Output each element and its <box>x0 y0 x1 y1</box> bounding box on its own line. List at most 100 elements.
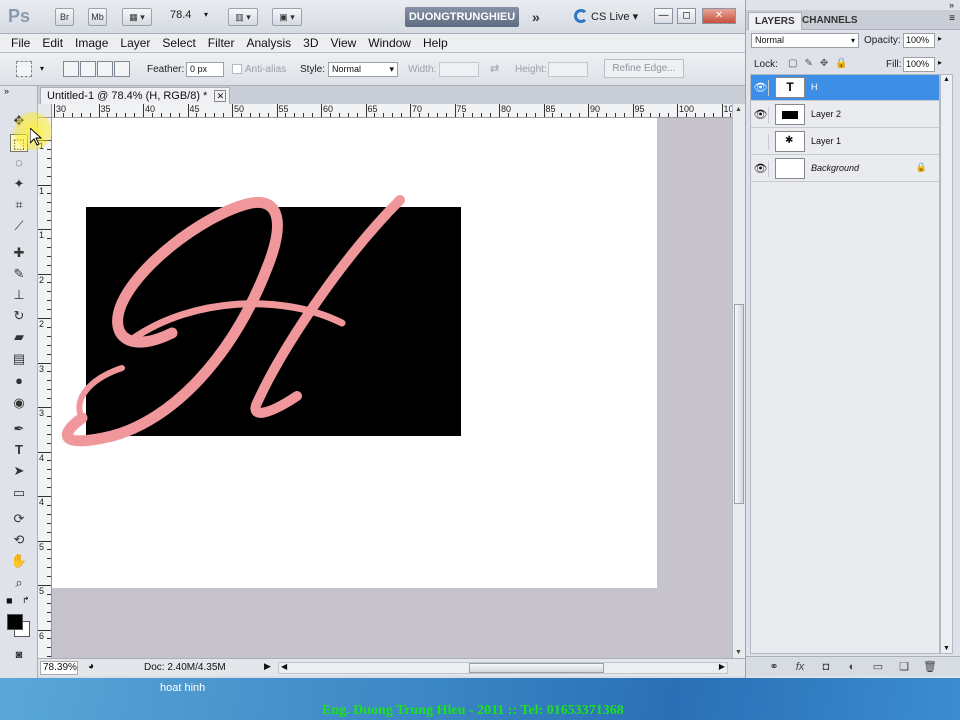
menu-help[interactable]: Help <box>417 34 454 52</box>
gradient-tool-icon[interactable]: ▤ <box>10 350 28 368</box>
status-menu-arrow-icon[interactable]: ▶ <box>264 661 271 672</box>
adjustment-layer-icon[interactable]: ◐ <box>844 659 860 675</box>
layers-scrollbar[interactable]: ▲ ▼ <box>940 74 953 654</box>
scrollbar-thumb[interactable] <box>734 304 744 504</box>
canvas-vertical-scrollbar[interactable]: ▲ ▼ <box>732 104 745 658</box>
layer-row-h[interactable]: 👁 T H <box>751 75 939 101</box>
opacity-slider-icon[interactable]: ▸ <box>938 34 942 43</box>
zoom-tool-icon[interactable]: ⌕ <box>10 574 28 592</box>
menu-analysis[interactable]: Analysis <box>240 34 297 52</box>
pen-tool-icon[interactable]: ✒ <box>10 420 28 438</box>
zoom-dropdown-icon[interactable]: ▾ <box>204 10 208 19</box>
path-selection-tool-icon[interactable]: ➤ <box>10 462 28 480</box>
add-mask-icon[interactable]: ◘ <box>818 659 834 675</box>
lasso-tool-icon[interactable]: ◌ <box>10 154 28 172</box>
new-selection-icon[interactable] <box>63 61 79 77</box>
menu-select[interactable]: Select <box>156 34 201 52</box>
horizontal-scrollbar-thumb[interactable] <box>469 663 604 673</box>
document-canvas[interactable] <box>52 118 657 588</box>
feather-input[interactable]: 0 px <box>186 62 224 77</box>
canvas-horizontal-scrollbar[interactable]: ◀ ▶ <box>278 662 728 674</box>
swap-colors-icon[interactable]: ↱ <box>22 595 30 606</box>
hand-tool-icon[interactable]: ✋ <box>10 552 28 570</box>
brush-tool-icon[interactable]: ✎ <box>10 265 28 283</box>
layer-name[interactable]: Layer 2 <box>811 109 841 119</box>
visibility-eye-icon[interactable]: 👁 <box>753 107 769 123</box>
scroll-down-icon[interactable]: ▼ <box>735 649 742 656</box>
swap-dimensions-icon[interactable]: ⇄ <box>490 62 499 75</box>
layers-scroll-up-icon[interactable]: ▲ <box>943 76 950 83</box>
add-to-selection-icon[interactable] <box>80 61 96 77</box>
menu-window[interactable]: Window <box>362 34 417 52</box>
maximize-button[interactable]: ◻ <box>677 8 696 24</box>
width-input[interactable] <box>439 62 479 77</box>
close-document-icon[interactable]: ✕ <box>214 90 227 102</box>
shape-tool-icon[interactable]: ▭ <box>10 484 28 502</box>
launch-bridge-button[interactable]: Br <box>55 8 74 26</box>
crop-tool-icon[interactable]: ⌗ <box>10 196 28 214</box>
fill-slider-icon[interactable]: ▸ <box>938 58 942 67</box>
canvas-area[interactable] <box>52 118 732 658</box>
status-preview-icon[interactable]: ◕ <box>88 661 94 672</box>
double-chevron-icon[interactable]: » <box>532 9 540 25</box>
menu-edit[interactable]: Edit <box>36 34 69 52</box>
layer-style-icon[interactable]: fx <box>792 659 808 675</box>
eraser-tool-icon[interactable]: ▰ <box>10 328 28 346</box>
view-extras-button[interactable]: ▦ ▾ <box>122 8 152 26</box>
3d-orbit-tool-icon[interactable]: ⟲ <box>10 531 28 549</box>
scroll-left-icon[interactable]: ◀ <box>281 662 287 671</box>
lock-options-icons[interactable]: ▢✎✥🔒 <box>788 58 855 69</box>
menu-image[interactable]: Image <box>69 34 114 52</box>
foreground-color-swatch[interactable] <box>7 614 23 630</box>
close-button[interactable]: ✕ <box>702 8 736 24</box>
new-group-icon[interactable]: ▭ <box>870 659 886 675</box>
menu-3d[interactable]: 3D <box>297 34 324 52</box>
delete-layer-icon[interactable]: 🗑 <box>922 659 938 675</box>
intersect-selection-icon[interactable] <box>114 61 130 77</box>
layer-name[interactable]: Layer 1 <box>811 136 841 146</box>
link-layers-icon[interactable]: ⚭ <box>766 659 782 675</box>
layer-row-layer-2[interactable]: 👁 Layer 2 <box>751 102 939 128</box>
history-brush-tool-icon[interactable]: ↻ <box>10 307 28 325</box>
refine-edge-button[interactable]: Refine Edge... <box>604 59 684 78</box>
arrange-documents-button[interactable]: ▥ ▾ <box>228 8 258 26</box>
quick-selection-tool-icon[interactable]: ✦ <box>10 175 28 193</box>
zoom-level[interactable]: 78.4 <box>170 9 206 25</box>
blend-mode-select[interactable]: Normal ▾ <box>751 33 859 48</box>
healing-brush-tool-icon[interactable]: ✚ <box>10 244 28 262</box>
collapse-panels-icon[interactable]: » <box>949 0 954 10</box>
tab-channels[interactable]: CHANNELS <box>796 12 864 30</box>
new-layer-icon[interactable]: ❏ <box>896 659 912 675</box>
workspace-button[interactable]: DUONGTRUNGHIEU <box>405 7 519 27</box>
taskbar-app-label[interactable]: hoat hinh <box>160 682 205 694</box>
menu-layer[interactable]: Layer <box>114 34 156 52</box>
menu-view[interactable]: View <box>324 34 362 52</box>
screen-mode-button[interactable]: ▣ ▾ <box>272 8 302 26</box>
vertical-ruler[interactable]: 111223344556 <box>38 118 52 658</box>
dodge-tool-icon[interactable]: ◉ <box>10 394 28 412</box>
tab-layers[interactable]: LAYERS <box>748 12 802 30</box>
minimize-button[interactable]: — <box>654 8 673 24</box>
scroll-right-icon[interactable]: ▶ <box>719 662 725 671</box>
opacity-input[interactable]: 100% <box>903 33 935 48</box>
visibility-empty-box[interactable] <box>753 134 769 150</box>
type-tool-icon[interactable]: T <box>10 441 28 459</box>
menu-filter[interactable]: Filter <box>202 34 241 52</box>
layer-row-background[interactable]: 👁 Background 🔒 <box>751 156 939 182</box>
panel-menu-icon[interactable]: ≡ <box>949 13 955 24</box>
eyedropper-tool-icon[interactable]: ⟋ <box>10 217 28 235</box>
cs-live-button[interactable]: CS Live ▾ <box>574 9 638 23</box>
subtract-from-selection-icon[interactable] <box>97 61 113 77</box>
default-colors-icon[interactable]: ◼ <box>6 596 13 605</box>
tool-preset-dropdown-icon[interactable]: ▾ <box>40 64 44 73</box>
visibility-eye-icon[interactable]: 👁 <box>753 80 769 96</box>
clone-stamp-tool-icon[interactable]: ⊥ <box>10 286 28 304</box>
quick-mask-icon[interactable]: ◙ <box>10 646 28 664</box>
scroll-up-icon[interactable]: ▲ <box>735 106 742 113</box>
launch-mini-bridge-button[interactable]: Mb <box>88 8 107 26</box>
fill-input[interactable]: 100% <box>903 57 935 72</box>
layer-name[interactable]: H <box>811 82 818 92</box>
layer-name[interactable]: Background <box>811 163 859 173</box>
collapse-tools-icon[interactable]: » <box>4 86 9 96</box>
visibility-eye-icon[interactable]: 👁 <box>753 161 769 177</box>
